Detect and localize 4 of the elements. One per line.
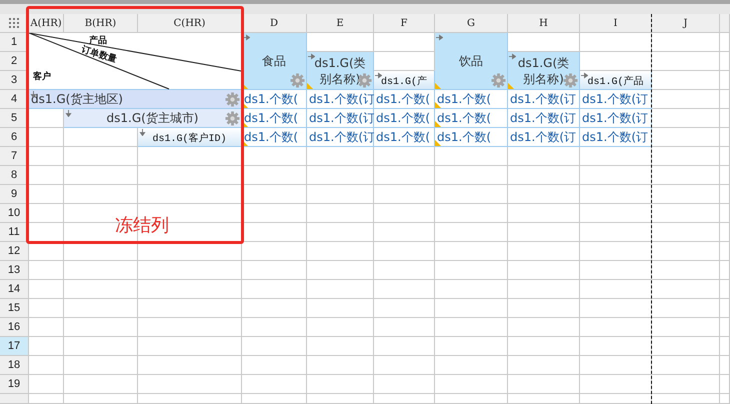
header-label: 订单数量 bbox=[80, 44, 118, 66]
header-label: 客户 bbox=[33, 70, 51, 83]
frame-label: 冻结列 bbox=[115, 215, 169, 237]
header-label: 产品 bbox=[89, 34, 107, 46]
